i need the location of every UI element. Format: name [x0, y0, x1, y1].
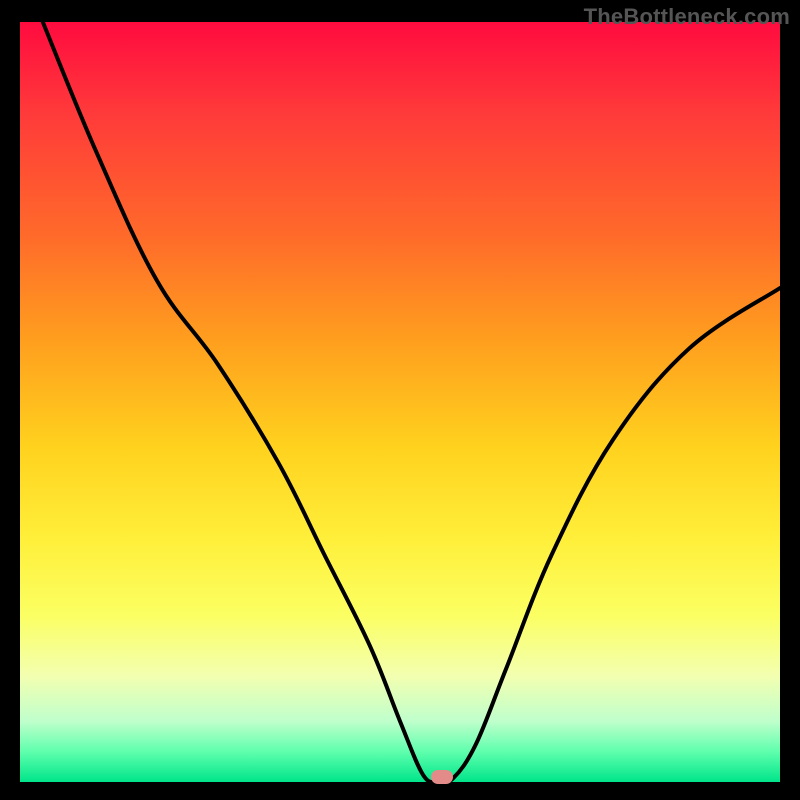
curve-path: [43, 22, 780, 782]
chart-frame: TheBottleneck.com: [0, 0, 800, 800]
plot-area: [20, 22, 780, 782]
optimum-marker: [431, 770, 453, 784]
bottleneck-curve: [20, 22, 780, 782]
watermark-text: TheBottleneck.com: [584, 4, 790, 30]
